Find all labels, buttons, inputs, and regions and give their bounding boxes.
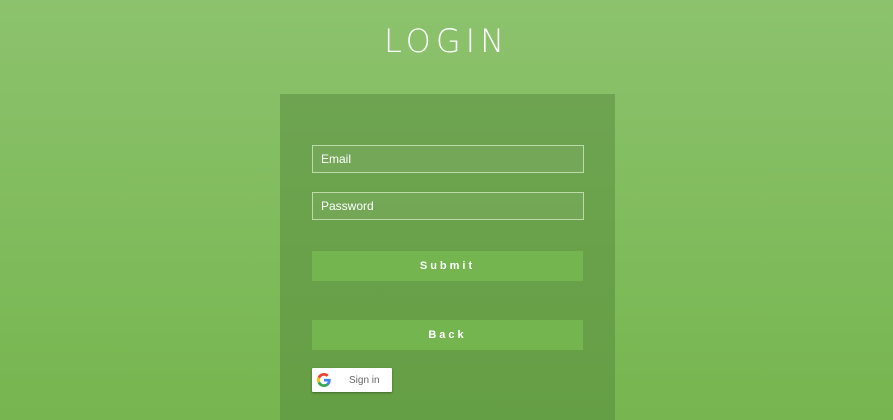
back-button[interactable]: Back [312, 320, 583, 350]
submit-label: Submit [419, 260, 476, 272]
email-field[interactable] [312, 145, 584, 173]
password-field[interactable] [312, 192, 584, 220]
submit-button[interactable]: Submit [312, 251, 583, 281]
back-label: Back [428, 329, 467, 341]
login-panel: Submit Back Sign in [280, 94, 615, 420]
google-icon [317, 373, 331, 387]
google-sign-in-label: Sign in [349, 374, 380, 386]
page-title: LOGIN [383, 22, 510, 60]
google-sign-in-button[interactable]: Sign in [312, 368, 392, 392]
